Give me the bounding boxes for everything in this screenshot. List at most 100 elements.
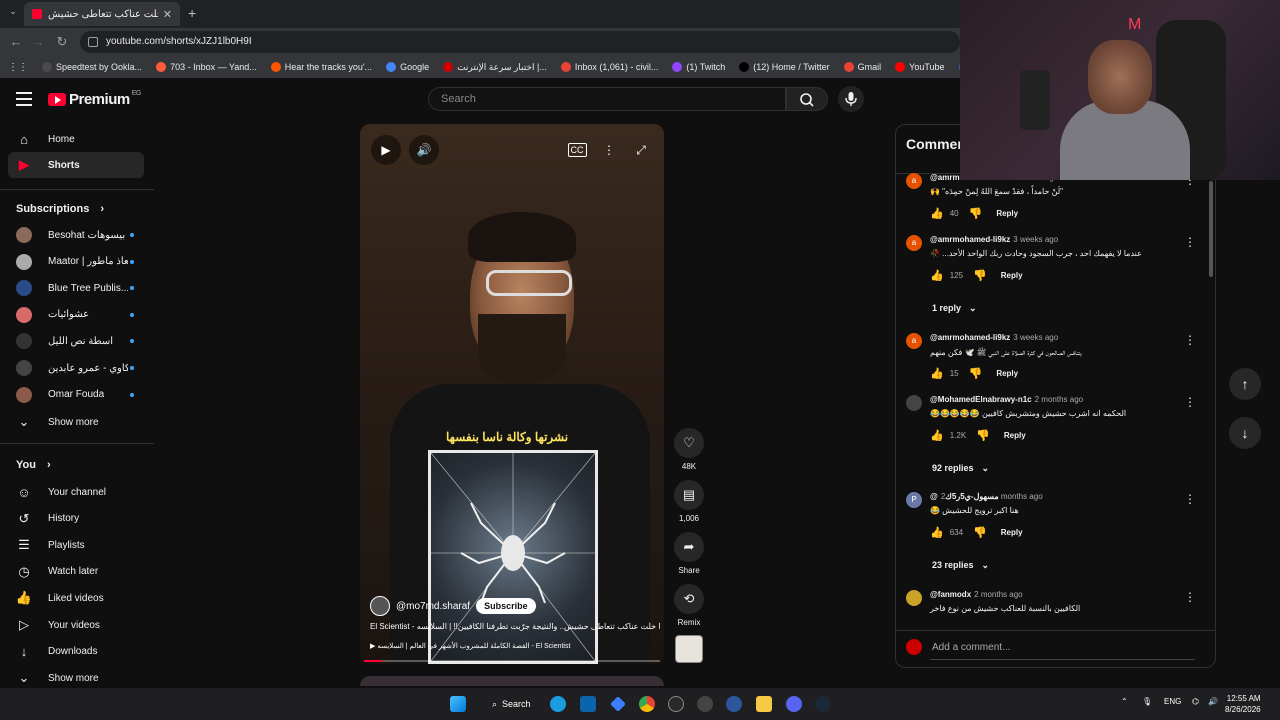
edge-icon[interactable] bbox=[550, 696, 566, 712]
site-info-icon[interactable] bbox=[88, 37, 98, 47]
reply-button[interactable]: Reply bbox=[1004, 431, 1026, 440]
play-button[interactable]: ▶ bbox=[371, 135, 401, 165]
commenter-avatar[interactable] bbox=[906, 395, 922, 411]
thumbs-down-icon[interactable]: 👎 bbox=[976, 429, 990, 442]
outlook-icon[interactable] bbox=[580, 696, 596, 712]
subscription-item[interactable]: حكاوي - عمرو عابدين bbox=[8, 355, 144, 381]
tray-network-icon[interactable]: ⌬ bbox=[1192, 697, 1199, 706]
comment-more-icon[interactable]: ⋮ bbox=[1184, 333, 1196, 347]
video-title[interactable]: El Scientist - ناسا خلّت عناكب تتعاطى حش… bbox=[370, 622, 660, 631]
bookmark-item[interactable]: (1) Twitch bbox=[672, 62, 725, 72]
steam-icon[interactable] bbox=[815, 696, 831, 712]
sidebar-item-history[interactable]: ↺ History bbox=[8, 506, 144, 532]
commenter-avatar[interactable]: P bbox=[906, 492, 922, 508]
channel-avatar[interactable] bbox=[370, 596, 390, 616]
sidebar-item-user[interactable]: ☺ Your channel bbox=[8, 479, 144, 505]
subscription-item[interactable]: أسطة نص الليل bbox=[8, 328, 144, 354]
discord-icon[interactable] bbox=[786, 696, 802, 712]
bookmark-item[interactable]: 703 - Inbox — Yand... bbox=[156, 62, 257, 72]
bookmark-item[interactable]: Inbox (1,061) - civil... bbox=[560, 62, 658, 72]
thumbs-down-icon[interactable]: 👎 bbox=[973, 526, 987, 539]
4k-downloader-icon[interactable] bbox=[697, 696, 713, 712]
bookmark-item[interactable]: Gmail bbox=[843, 62, 881, 72]
bookmark-item[interactable]: (12) Home / Twitter bbox=[739, 62, 830, 72]
commenter-avatar[interactable] bbox=[906, 590, 922, 606]
previous-short-button[interactable]: ↑ bbox=[1229, 368, 1261, 400]
tray-overflow-icon[interactable]: ⌃ bbox=[1121, 697, 1128, 706]
apps-grid-icon[interactable]: ⋮⋮ bbox=[8, 62, 28, 73]
word-icon[interactable] bbox=[726, 696, 742, 712]
comment-author[interactable]: @amrmohamed-li9kz3 weeks ago bbox=[930, 235, 1058, 244]
subscription-item[interactable]: Blue Tree Publis... bbox=[8, 275, 144, 301]
bookmark-item[interactable]: Google bbox=[386, 62, 429, 72]
subscription-item[interactable]: Besohat بيسوهات bbox=[8, 222, 144, 248]
channel-handle[interactable]: @mo7md.sharaf bbox=[396, 601, 470, 612]
subscription-item[interactable]: Omar Fouda bbox=[8, 382, 144, 408]
volume-button[interactable]: 🔊 bbox=[409, 135, 439, 165]
thumbs-up-icon[interactable]: 👍 bbox=[930, 429, 944, 442]
bookmark-item[interactable]: Hear the tracks you'... bbox=[270, 62, 372, 72]
comment-author[interactable]: @مسهول-ي5ر5ك2 months ago bbox=[930, 492, 1043, 501]
taskbar-clock[interactable]: 12:55 AM 8/26/2026 bbox=[1225, 693, 1261, 715]
sidebar-item-thumbs-up[interactable]: 👍 Liked videos bbox=[8, 585, 144, 611]
tab-close-icon[interactable]: ✕ bbox=[163, 8, 172, 21]
subscription-item[interactable]: عشوائيات bbox=[8, 302, 144, 328]
sidebar-item-playlists[interactable]: ☰ Playlists bbox=[8, 532, 144, 558]
taskbar-search[interactable]: ⌕ Search bbox=[484, 694, 539, 714]
next-short-preview[interactable] bbox=[360, 676, 664, 686]
back-arrow-icon[interactable]: ← bbox=[6, 32, 26, 52]
like-action[interactable]: ♡ 48K bbox=[674, 428, 704, 471]
thumbs-up-icon[interactable]: 👍 bbox=[930, 526, 944, 539]
commenter-avatar[interactable]: a bbox=[906, 173, 922, 189]
thumbs-down-icon[interactable]: 👎 bbox=[973, 269, 987, 282]
search-button[interactable] bbox=[786, 87, 828, 111]
view-replies-button[interactable]: 1 reply ⌄ bbox=[932, 303, 977, 314]
thumbs-up-icon[interactable]: 👍 bbox=[930, 367, 944, 380]
comment-username[interactable]: @MohamedElnabrawy-n1c bbox=[930, 395, 1032, 404]
thumbs-up-icon[interactable]: 👍 bbox=[930, 269, 944, 282]
fullscreen-icon[interactable]: ⤢ bbox=[626, 135, 656, 165]
add-comment-input[interactable]: Add a comment... bbox=[932, 642, 1010, 653]
reload-icon[interactable]: ↻ bbox=[52, 32, 72, 52]
shorts-video-player[interactable]: نشرتها وكالة ناسا بنفسها ▶ 🔊 CC ⋮ ⤢ @mo7… bbox=[360, 124, 664, 664]
bookmark-item[interactable]: اختبار سرعة الإنترنت |... bbox=[443, 62, 547, 73]
reply-button[interactable]: Reply bbox=[1001, 271, 1023, 280]
view-replies-button[interactable]: 23 replies ⌄ bbox=[932, 560, 989, 571]
steam-overlay-icon[interactable] bbox=[668, 696, 684, 712]
sidebar-item-home[interactable]: ⌂ Home bbox=[8, 126, 144, 152]
new-tab-button[interactable]: + bbox=[188, 5, 196, 21]
comments-action[interactable]: ▤ 1,006 bbox=[674, 480, 704, 523]
view-replies-button[interactable]: 92 replies ⌄ bbox=[932, 463, 989, 474]
tab-list-button[interactable]: ⌄ bbox=[6, 6, 20, 20]
voice-search-button[interactable] bbox=[838, 86, 864, 112]
comment-more-icon[interactable]: ⋮ bbox=[1184, 590, 1196, 604]
comment-author[interactable]: @amrmohamed-li9kz3 weeks ago bbox=[930, 333, 1058, 342]
sidebar-item-shorts[interactable]: ▶ Shorts bbox=[8, 152, 144, 178]
reply-button[interactable]: Reply bbox=[996, 369, 1018, 378]
show-more-subscriptions[interactable]: ⌄ Show more bbox=[8, 409, 144, 435]
comment-author[interactable]: @fanmodx 2 months ago bbox=[930, 590, 1023, 599]
subscriptions-heading[interactable]: Subscriptions › bbox=[16, 203, 104, 215]
comment-username[interactable]: @amrmohamed-li9kz bbox=[930, 333, 1010, 342]
windows-start-icon[interactable] bbox=[450, 696, 466, 712]
subscription-item[interactable]: Maator | مُعاذ ماطور bbox=[8, 249, 144, 275]
sidebar-item-download[interactable]: ↓ Downloads bbox=[8, 639, 144, 665]
comment-author[interactable]: @MohamedElnabrawy-n1c 2 months ago bbox=[930, 395, 1083, 404]
thumbs-down-icon[interactable]: 👎 bbox=[969, 207, 983, 220]
address-bar[interactable]: youtube.com/shorts/xJZJ1lb0H9I bbox=[80, 31, 960, 53]
comments-scrollbar[interactable] bbox=[1209, 181, 1213, 277]
reply-button[interactable]: Reply bbox=[996, 209, 1018, 218]
youtube-premium-logo[interactable]: Premium EG bbox=[48, 90, 141, 108]
browser-tab-active[interactable]: ناسا خلّت عناكب تتعاطى حشيش. ✕ bbox=[24, 2, 180, 26]
sidebar-item-video[interactable]: ▷ Your videos bbox=[8, 612, 144, 638]
comment-more-icon[interactable]: ⋮ bbox=[1184, 235, 1196, 249]
bookmark-item[interactable]: YouTube bbox=[895, 62, 945, 72]
chrome-icon[interactable] bbox=[639, 696, 655, 712]
sound-thumbnail[interactable] bbox=[675, 635, 703, 663]
subscribe-button[interactable]: Subscribe bbox=[476, 598, 536, 614]
sidebar-item-clock[interactable]: ◷ Watch later bbox=[8, 559, 144, 585]
comment-more-icon[interactable]: ⋮ bbox=[1184, 395, 1196, 409]
thumbs-down-icon[interactable]: 👎 bbox=[969, 367, 983, 380]
you-heading[interactable]: You › bbox=[16, 459, 51, 471]
next-short-button[interactable]: ↓ bbox=[1229, 417, 1261, 449]
